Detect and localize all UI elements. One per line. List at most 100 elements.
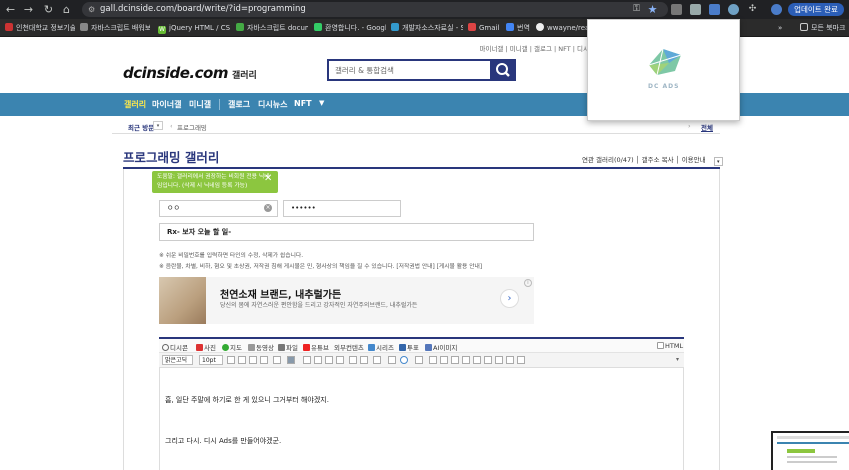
ad-arrow-button[interactable]: › bbox=[500, 289, 519, 308]
screenshot-thumbnail[interactable] bbox=[771, 431, 849, 470]
redo-icon[interactable] bbox=[517, 356, 525, 364]
ad-info-icon[interactable]: i bbox=[524, 279, 532, 287]
toolbar-expand-icon[interactable]: ▾ bbox=[676, 356, 679, 363]
italic-icon[interactable] bbox=[238, 356, 246, 364]
underline-icon[interactable] bbox=[249, 356, 257, 364]
emoji-icon[interactable] bbox=[462, 356, 470, 364]
bookmark-item[interactable]: 자바스크립트 docum... bbox=[236, 22, 308, 34]
bookmark-item[interactable]: WjQuery HTML / CS... bbox=[158, 22, 230, 34]
html-toggle[interactable]: HTML bbox=[657, 342, 683, 350]
extension-icon[interactable] bbox=[709, 4, 720, 15]
gallery-tools-dropdown[interactable]: ▾ bbox=[713, 157, 723, 166]
text-color-icon[interactable] bbox=[273, 356, 281, 364]
search-button[interactable] bbox=[490, 59, 516, 81]
nav-gallery[interactable]: 갤러리 bbox=[124, 99, 146, 110]
code-icon[interactable] bbox=[484, 356, 492, 364]
ai-image-button[interactable]: AI이미지 bbox=[425, 342, 457, 352]
nav-more-icon[interactable]: ▼ bbox=[319, 99, 324, 107]
extension-icon[interactable] bbox=[671, 4, 682, 15]
bookmark-item[interactable]: 자바스크립트 배워보... bbox=[80, 22, 150, 34]
reload-icon[interactable]: ↻ bbox=[42, 3, 55, 16]
link-icon[interactable] bbox=[400, 356, 408, 364]
youtube-button[interactable]: 유튜브 bbox=[303, 342, 329, 352]
bookmark-item[interactable]: 개발자소스자료실 - S... bbox=[391, 22, 463, 34]
top-links[interactable]: 마이너갤 | 미니갤 | 갤로그 | NFT | 디시 bbox=[479, 43, 589, 53]
nickname-field[interactable]: ㅇㅇ × bbox=[159, 200, 278, 217]
subject-input[interactable]: Rx- 보자 오늘 할 일- bbox=[159, 223, 534, 241]
thumb-highlight bbox=[787, 449, 815, 453]
outdent-icon[interactable] bbox=[360, 356, 368, 364]
search-input[interactable]: 갤러리 & 통합검색 bbox=[327, 59, 490, 81]
bold-icon[interactable] bbox=[227, 356, 235, 364]
dcads-logo-icon bbox=[648, 48, 682, 76]
home-icon[interactable]: ⌂ bbox=[60, 3, 73, 16]
special-char-icon[interactable] bbox=[473, 356, 481, 364]
align-justify-icon[interactable] bbox=[336, 356, 344, 364]
ad-banner[interactable]: 천연소재 브랜드, 내추럴가든 당신의 몸에 자연스러운 편안함을 드리고 강자… bbox=[159, 277, 534, 324]
bg-color-icon[interactable] bbox=[287, 356, 295, 364]
password-field[interactable]: •••••• bbox=[283, 200, 401, 217]
forward-icon[interactable]: → bbox=[22, 3, 35, 16]
key-icon[interactable]: ⚿ bbox=[630, 3, 643, 16]
all-bookmarks-folder[interactable]: 모든 북마크 bbox=[800, 22, 848, 34]
map-button[interactable]: 지도 bbox=[222, 342, 242, 352]
list-icon[interactable] bbox=[388, 356, 396, 364]
extension-icon[interactable] bbox=[690, 4, 701, 15]
profile-avatar[interactable] bbox=[771, 4, 782, 15]
nav-gallog[interactable]: 갤로그 bbox=[228, 99, 250, 110]
site-info-icon[interactable]: ⚙ bbox=[88, 2, 95, 17]
bookmarks-more-button[interactable]: » bbox=[778, 22, 790, 34]
video-button[interactable]: 동영상 bbox=[248, 342, 274, 352]
indent-icon[interactable] bbox=[349, 356, 357, 364]
dcinside-logo[interactable]: dcinside.com bbox=[123, 64, 228, 82]
url-text: gall.dcinside.com/board/write/?id=progra… bbox=[100, 4, 306, 14]
nav-nft[interactable]: NFT bbox=[294, 99, 312, 108]
nav-dcnews[interactable]: 디시뉴스 bbox=[258, 99, 287, 110]
bookmark-item[interactable]: Gmail bbox=[468, 22, 510, 34]
font-size-select[interactable]: 10pt bbox=[199, 355, 223, 365]
strike-icon[interactable] bbox=[260, 356, 268, 364]
nav-minor-gallery[interactable]: 마이너갤 bbox=[152, 99, 181, 110]
dcads-extension-icon[interactable] bbox=[728, 4, 739, 15]
file-button[interactable]: 파일 bbox=[278, 342, 298, 352]
bookmark-star-icon[interactable]: ★ bbox=[646, 3, 659, 16]
align-left-icon[interactable] bbox=[303, 356, 311, 364]
poll-button[interactable]: 투표 bbox=[399, 342, 419, 352]
bookmark-item[interactable]: 환영합니다. - Googl... bbox=[314, 22, 386, 34]
align-right-icon[interactable] bbox=[325, 356, 333, 364]
clear-icon[interactable]: × bbox=[264, 204, 272, 212]
recent-current[interactable]: 프로그래밍 bbox=[177, 122, 207, 132]
table-icon[interactable] bbox=[429, 356, 437, 364]
undo-icon[interactable] bbox=[506, 356, 514, 364]
dccon-button[interactable]: 디시콘 bbox=[162, 342, 188, 352]
close-icon[interactable]: ✕ bbox=[264, 173, 272, 184]
bookmark-item[interactable]: 번역 bbox=[506, 22, 538, 34]
recent-dropdown[interactable]: ▾ bbox=[153, 121, 163, 130]
photo-button[interactable]: 사진 bbox=[196, 342, 216, 352]
update-button[interactable]: 업데이트 완료 bbox=[788, 3, 844, 16]
chevron-right-icon[interactable]: › bbox=[688, 122, 691, 130]
address-bar[interactable]: ⚙ gall.dcinside.com/board/write/?id=prog… bbox=[82, 2, 668, 17]
find-icon[interactable] bbox=[495, 356, 503, 364]
gallery-title[interactable]: 프로그래밍 갤러리 bbox=[123, 147, 219, 166]
ad-title: 천연소재 브랜드, 내추럴가든 bbox=[220, 290, 342, 301]
hr-icon[interactable] bbox=[440, 356, 448, 364]
url-icon[interactable] bbox=[415, 356, 423, 364]
ad-image bbox=[159, 277, 206, 324]
bookmark-item[interactable]: wwayne/react... bbox=[536, 22, 594, 34]
editor-body[interactable] bbox=[159, 368, 684, 470]
line-height-icon[interactable] bbox=[373, 356, 381, 364]
gallery-tools-text[interactable]: 연관 갤러리(0/47) │ 갤주소 복사 │ 이용안내 bbox=[582, 156, 706, 164]
align-center-icon[interactable] bbox=[314, 356, 322, 364]
dcads-extension-popup: DC ADS bbox=[587, 19, 740, 121]
extensions-puzzle-icon[interactable]: ✣ bbox=[746, 3, 759, 16]
nav-mini-gallery[interactable]: 미니갤 bbox=[189, 99, 211, 110]
quote-icon[interactable] bbox=[451, 356, 459, 364]
bookmark-item[interactable]: 인천대학교 정보기술... bbox=[5, 22, 75, 34]
back-icon[interactable]: ← bbox=[4, 3, 17, 16]
font-select[interactable]: 맑은고딕 bbox=[162, 355, 193, 365]
series-button[interactable]: 시리즈 bbox=[368, 342, 394, 352]
chevron-left-icon[interactable]: ‹ bbox=[170, 122, 173, 130]
external-content-button[interactable]: 외부컨텐츠 bbox=[334, 342, 364, 352]
recent-all-link[interactable]: 전체 bbox=[701, 122, 713, 132]
